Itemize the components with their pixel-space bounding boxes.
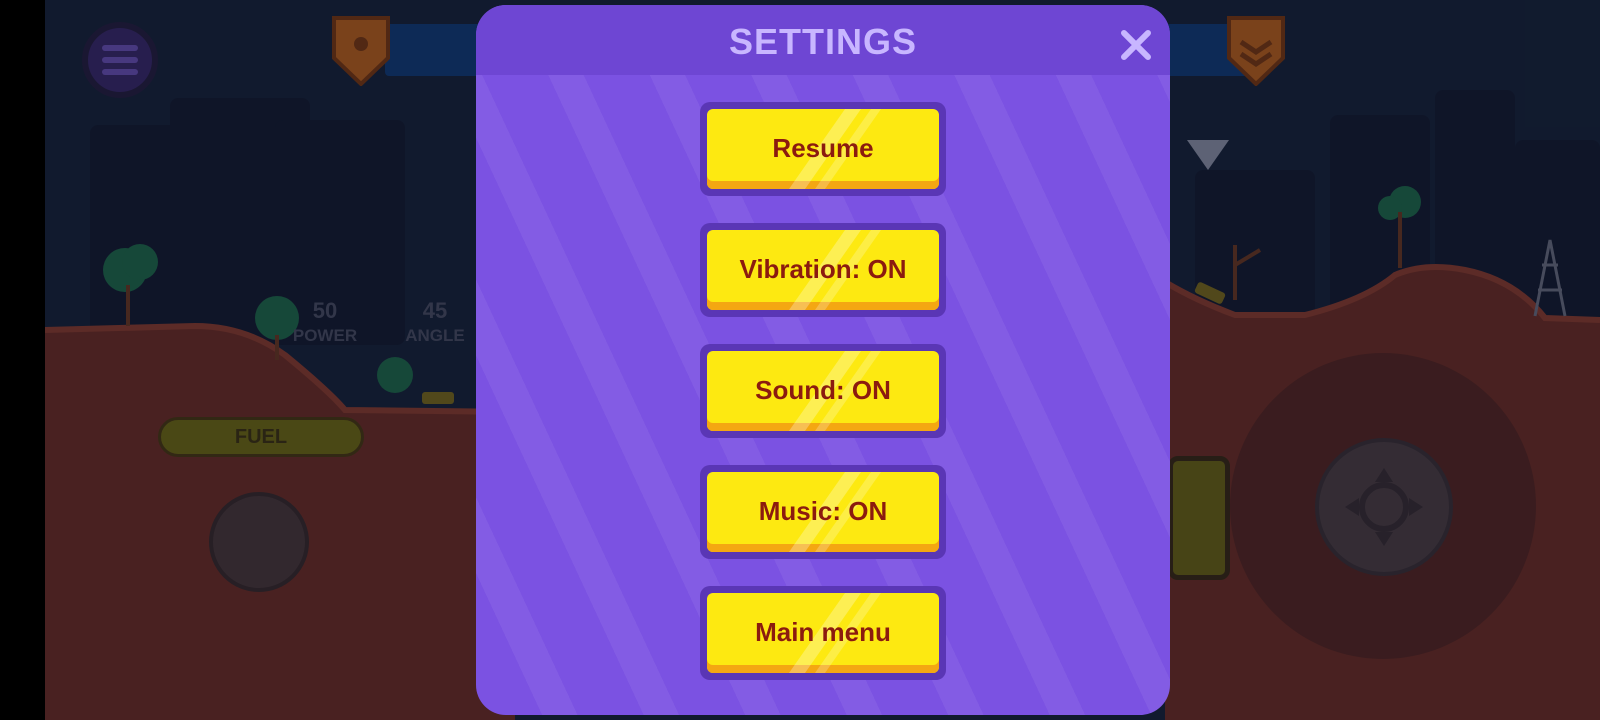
sound-toggle-button[interactable]: Sound: ON [700,344,946,438]
music-button-face: Music: ON [707,472,939,552]
vibration-button-face: Vibration: ON [707,230,939,310]
sound-label: Sound: ON [755,375,891,405]
sound-button-face: Sound: ON [707,351,939,431]
main-menu-button-face: Main menu [707,593,939,673]
main-menu-button[interactable]: Main menu [700,586,946,680]
resume-button-face: Resume [707,109,939,189]
main-menu-label: Main menu [755,617,891,647]
music-label: Music: ON [758,496,888,526]
settings-dialog: SETTINGS Resume Vibration: ON Sound: ON … [476,5,1170,715]
resume-button[interactable]: Resume [700,102,946,196]
resume-label: Resume [772,133,874,163]
vibration-label: Vibration: ON [739,254,907,284]
vibration-toggle-button[interactable]: Vibration: ON [700,223,946,317]
close-icon[interactable] [1116,25,1156,65]
dialog-title: SETTINGS [728,21,918,62]
music-toggle-button[interactable]: Music: ON [700,465,946,559]
